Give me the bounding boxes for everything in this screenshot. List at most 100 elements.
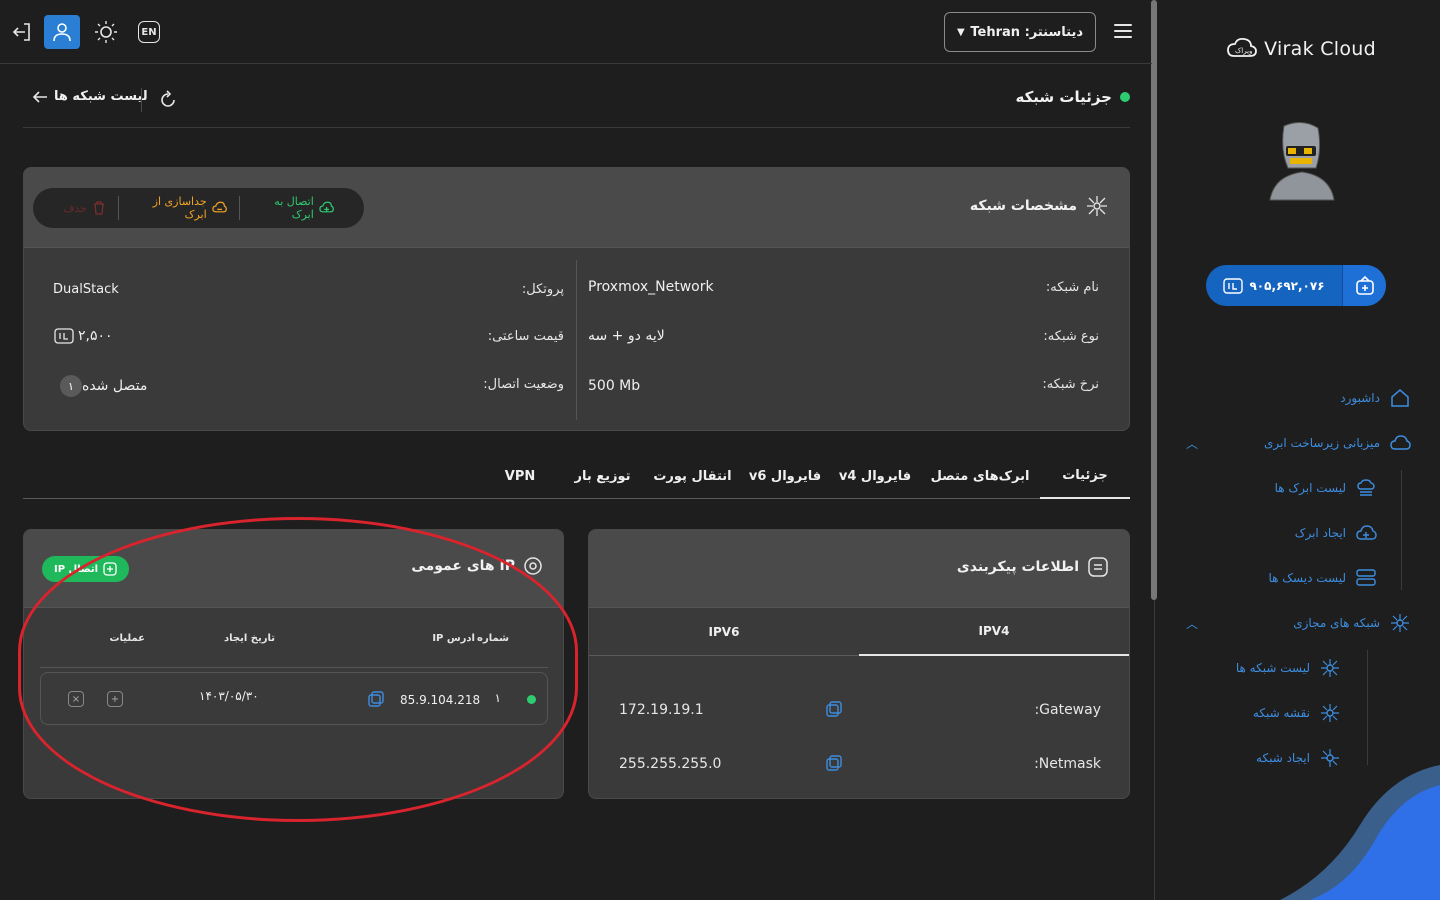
- nav-tree-line: [1367, 650, 1368, 765]
- menu-icon[interactable]: [1114, 24, 1132, 38]
- copy-icon[interactable]: [367, 690, 385, 712]
- datacenter-select[interactable]: دیتاسنتر: Tehran ▼: [944, 12, 1096, 52]
- nav-tree-line: [1401, 470, 1402, 590]
- sidebar-item-label: نقشه شبکه: [1252, 706, 1310, 720]
- main-scrollbar[interactable]: [1151, 0, 1157, 600]
- cloud-icon: [1388, 431, 1412, 455]
- close-icon[interactable]: ×: [68, 691, 84, 707]
- sidebar: ویراک Virak Cloud ۹۰۵,۶۹۲,۰۷۶ داشبورد می…: [1154, 0, 1440, 900]
- disconnect-vm-button[interactable]: جداسازی از ابرک: [119, 195, 239, 221]
- chevron-up-icon[interactable]: ︿: [1186, 435, 1198, 452]
- netmask-value: 255.255.255.0: [619, 756, 722, 772]
- plus-box-icon: [103, 562, 117, 576]
- sidebar-item-disk-list[interactable]: لیست دیسک ها: [1268, 566, 1378, 590]
- field-label-name: نام شبکه:: [1045, 280, 1099, 295]
- field-value-price: ۲,۵۰۰: [54, 328, 113, 344]
- rial-icon: [1223, 277, 1244, 294]
- sidebar-item-dashboard[interactable]: داشبورد: [1340, 386, 1412, 410]
- tab-firewall-v4[interactable]: فایروال v4: [830, 454, 920, 499]
- tab-details[interactable]: جزئیات: [1040, 454, 1130, 499]
- field-label-status: وضعیت اتصال:: [483, 377, 564, 392]
- gateway-label: :Gateway: [1034, 702, 1101, 718]
- datacenter-label: دیتاسنتر: Tehran: [970, 24, 1083, 40]
- sidebar-item-create-vm[interactable]: ایجاد ابرک: [1295, 521, 1378, 545]
- status-dot: [1120, 92, 1130, 102]
- sidebar-item-virtual-networks[interactable]: شبکه های مجازی: [1293, 611, 1412, 635]
- copy-icon[interactable]: [825, 700, 843, 722]
- field-label-rate: نرخ شبکه:: [1042, 377, 1099, 392]
- wallet-charge-button[interactable]: [1342, 265, 1386, 306]
- tab-label: IPV4: [978, 624, 1010, 638]
- language-button[interactable]: EN: [131, 15, 167, 49]
- trash-icon: [93, 201, 104, 215]
- location-icon: [524, 557, 542, 575]
- column-header-ip: ادرس IP: [432, 633, 475, 644]
- column-header-operations: عملیات: [109, 633, 145, 644]
- tab-label: VPN: [504, 469, 536, 484]
- connect-ip-button[interactable]: اتصال IP: [42, 556, 130, 582]
- connect-vm-button[interactable]: اتصال به ابرک: [240, 195, 346, 221]
- divider: [238, 196, 240, 220]
- arrow-left-icon: [32, 90, 47, 103]
- detail-tabs: جزئیات ابرک‌های متصل فایروال v4 فایروال …: [23, 454, 1130, 499]
- field-label-type: نوع شبکه:: [1043, 329, 1099, 344]
- field-label-protocol: پروتکل:: [521, 282, 564, 297]
- back-to-network-list[interactable]: لیست شبکه ها: [32, 89, 148, 104]
- gateway-row: :Gateway 172.19.19.1: [589, 698, 1129, 728]
- decorative-wave: [1280, 765, 1440, 900]
- add-icon[interactable]: +: [107, 691, 123, 707]
- topbar: EN دیتاسنتر: Tehran ▼: [0, 0, 1152, 64]
- card-title: مشخصات شبکه: [970, 194, 1109, 218]
- chevron-up-icon[interactable]: ︿: [1186, 615, 1198, 632]
- table-row: ۱ 85.9.104.218 ۱۴۰۳/۰۵/۳۰ + ×: [40, 672, 548, 725]
- network-map-icon: [1318, 701, 1342, 725]
- rial-icon: [54, 328, 74, 344]
- tab-ipv4[interactable]: IPV4: [859, 608, 1129, 656]
- sidebar-item-vm-list[interactable]: لیست ابرک ها: [1275, 476, 1378, 500]
- profile-button[interactable]: [44, 15, 80, 49]
- language-label: EN: [138, 21, 160, 43]
- card-title: اطلاعات پیکربندی: [957, 556, 1109, 578]
- network-icon: [1388, 611, 1412, 635]
- logout-button[interactable]: [4, 15, 40, 49]
- netmask-row: :Netmask 255.255.255.0: [589, 752, 1129, 782]
- network-icon: [1318, 656, 1342, 680]
- sidebar-item-network-map[interactable]: نقشه شبکه: [1253, 701, 1342, 725]
- config-info-card: اطلاعات پیکربندی IPV4 IPV6 :Gateway 172.…: [588, 529, 1130, 799]
- status-dot: [527, 695, 536, 704]
- tab-port-forwarding[interactable]: انتقال پورت: [645, 454, 740, 499]
- sidebar-item-cloud-hosting[interactable]: میزبانی زیرساخت ابری: [1264, 431, 1412, 455]
- cloud-logo-icon: ویراک: [1227, 37, 1257, 57]
- tab-ipv6[interactable]: IPV6: [589, 608, 859, 656]
- theme-toggle-button[interactable]: [88, 15, 124, 49]
- page-title: جزئیات شبکه: [1015, 88, 1130, 106]
- tab-connected-vms[interactable]: ابرک‌های متصل: [920, 454, 1040, 499]
- wallet-plus-icon: [1355, 275, 1374, 295]
- wallet-widget: ۹۰۵,۶۹۲,۰۷۶: [1206, 265, 1386, 306]
- brand-logo[interactable]: ویراک Virak Cloud: [1226, 36, 1376, 62]
- sidebar-item-label: شبکه های مجازی: [1293, 616, 1380, 630]
- user-icon: [53, 23, 71, 42]
- field-label-price: قیمت ساعتی:: [487, 329, 564, 344]
- delete-network-button[interactable]: حذف: [51, 201, 118, 215]
- tab-firewall-v6[interactable]: فایروال v6: [740, 454, 830, 499]
- connect-vm-label: اتصال به ابرک: [274, 195, 314, 221]
- sidebar-item-label: داشبورد: [1340, 391, 1380, 405]
- refresh-button[interactable]: [158, 90, 178, 114]
- home-icon: [1388, 386, 1412, 410]
- sidebar-item-network-list[interactable]: لیست شبکه ها: [1236, 656, 1342, 680]
- sidebar-item-label: لیست دیسک ها: [1268, 571, 1346, 585]
- price-value-text: ۲,۵۰۰: [78, 328, 113, 344]
- copy-icon[interactable]: [825, 754, 843, 776]
- wallet-balance: ۹۰۵,۶۹۲,۰۷۶: [1206, 265, 1342, 306]
- tab-vpn[interactable]: VPN: [480, 454, 560, 499]
- cloud-plus-icon: [1354, 521, 1378, 545]
- cloud-plus-icon: [319, 201, 334, 213]
- brand-name: Virak Cloud: [1264, 38, 1376, 60]
- card-title-text: IP های عمومی: [411, 558, 515, 574]
- column-header-number: شماره: [477, 633, 509, 644]
- field-value-protocol: DualStack: [53, 282, 119, 297]
- avatar[interactable]: [1264, 120, 1340, 202]
- connected-count-badge: ۱: [60, 375, 82, 397]
- tab-load-balancer[interactable]: توزیع بار: [560, 454, 645, 499]
